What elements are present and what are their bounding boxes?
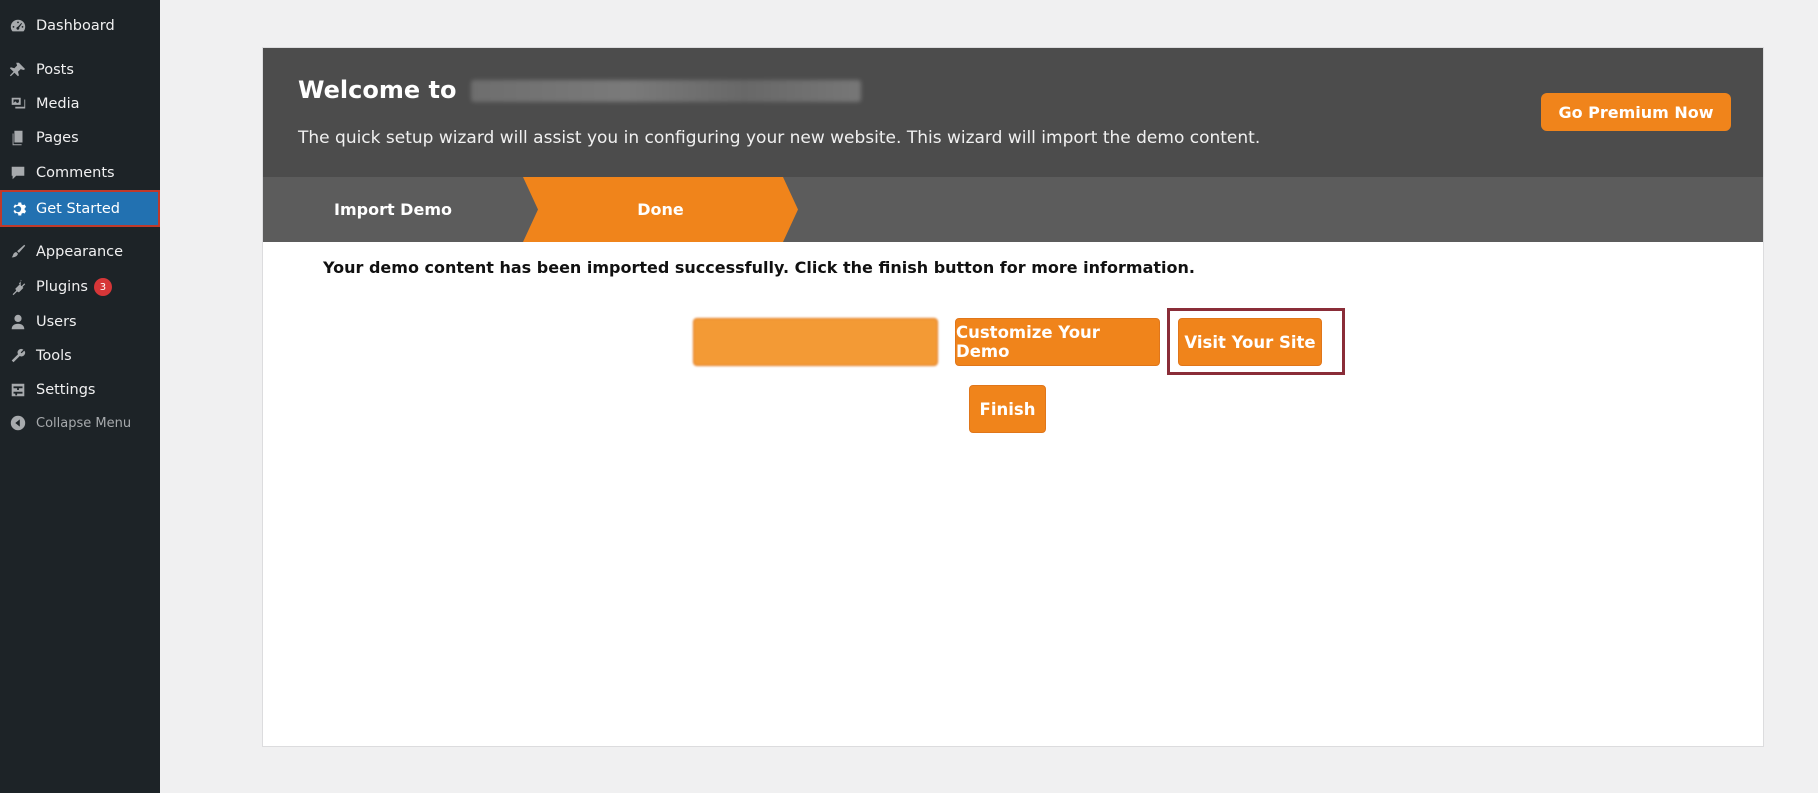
brush-icon — [8, 242, 28, 262]
finish-button[interactable]: Finish — [969, 385, 1046, 433]
wrench-icon — [8, 346, 28, 366]
sidebar-item-appearance[interactable]: Appearance — [0, 235, 160, 269]
wizard-steps: Import Demo Done — [263, 177, 1763, 242]
collapse-icon — [8, 413, 28, 433]
media-icon — [8, 94, 28, 114]
sidebar-item-plugins[interactable]: Plugins 3 — [0, 270, 160, 304]
sidebar-item-get-started[interactable]: Get Started — [0, 190, 160, 227]
redacted-button[interactable] — [693, 318, 938, 366]
visit-site-button[interactable]: Visit Your Site — [1178, 318, 1322, 366]
welcome-title-text: Welcome to — [298, 76, 457, 104]
pages-icon — [8, 128, 28, 148]
sidebar-item-label: Get Started — [36, 200, 120, 217]
sidebar-item-label: Dashboard — [36, 18, 115, 34]
sidebar-item-label: Comments — [36, 165, 115, 181]
step-import-demo[interactable]: Import Demo — [263, 177, 523, 242]
customize-demo-button[interactable]: Customize Your Demo — [955, 318, 1160, 366]
step-done[interactable]: Done — [523, 177, 798, 242]
plugins-update-badge: 3 — [93, 278, 112, 296]
sidebar-item-label: Appearance — [36, 244, 124, 260]
admin-sidebar: Dashboard Posts Media Pages Comments Get… — [0, 0, 160, 793]
settings-icon — [8, 380, 28, 400]
sidebar-item-dashboard[interactable]: Dashboard — [0, 9, 160, 43]
sidebar-item-comments[interactable]: Comments — [0, 156, 160, 190]
gear-icon — [8, 199, 28, 219]
sidebar-item-label: Pages — [36, 130, 79, 146]
sidebar-item-tools[interactable]: Tools — [0, 339, 160, 373]
sidebar-item-label: Collapse Menu — [36, 415, 132, 431]
plugin-icon — [8, 277, 28, 297]
wizard-header: Welcome to The quick setup wizard will a… — [263, 48, 1763, 178]
sidebar-item-label: Settings — [36, 382, 96, 398]
sidebar-item-media[interactable]: Media — [0, 87, 160, 121]
wizard-description: The quick setup wizard will assist you i… — [298, 128, 1261, 148]
sidebar-item-users[interactable]: Users — [0, 305, 160, 339]
user-icon — [8, 312, 28, 332]
site-name-redacted — [470, 80, 861, 102]
sidebar-item-settings[interactable]: Settings — [0, 373, 160, 407]
sidebar-item-label: Tools — [36, 348, 72, 364]
sidebar-item-pages[interactable]: Pages — [0, 121, 160, 155]
comment-icon — [8, 163, 28, 183]
collapse-menu-button[interactable]: Collapse Menu — [0, 406, 160, 440]
sidebar-item-label: Plugins — [36, 279, 88, 295]
sidebar-item-label: Media — [36, 96, 80, 112]
setup-wizard-panel: Welcome to The quick setup wizard will a… — [262, 47, 1764, 747]
dashboard-icon — [8, 16, 28, 36]
sidebar-item-label: Users — [36, 314, 77, 330]
pin-icon — [8, 60, 28, 80]
go-premium-button[interactable]: Go Premium Now — [1541, 93, 1731, 131]
sidebar-item-posts[interactable]: Posts — [0, 53, 160, 87]
sidebar-item-label: Posts — [36, 62, 74, 78]
success-message: Your demo content has been imported succ… — [323, 258, 1195, 277]
page-title: Welcome to — [298, 76, 861, 104]
